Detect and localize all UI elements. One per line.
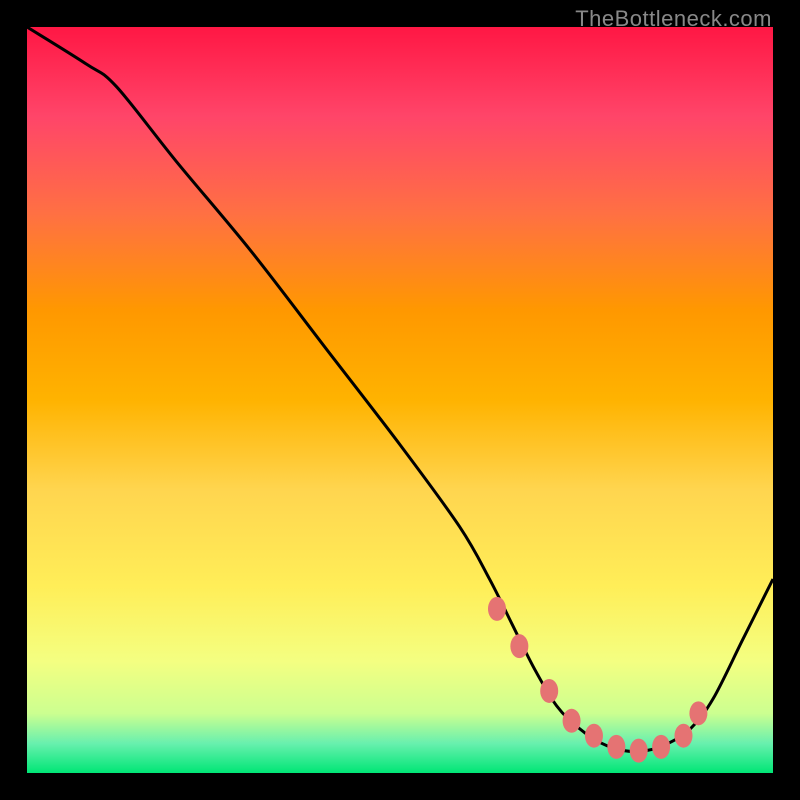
highlight-markers-svg — [27, 27, 773, 773]
highlight-markers-group — [488, 597, 707, 763]
highlight-marker — [510, 634, 528, 658]
highlight-marker — [540, 679, 558, 703]
highlight-marker — [630, 739, 648, 763]
highlight-marker — [585, 724, 603, 748]
highlight-marker — [674, 724, 692, 748]
highlight-marker — [607, 735, 625, 759]
highlight-marker — [563, 709, 581, 733]
highlight-marker — [652, 735, 670, 759]
chart-container: TheBottleneck.com — [0, 0, 800, 800]
highlight-marker — [689, 701, 707, 725]
highlight-marker — [488, 597, 506, 621]
